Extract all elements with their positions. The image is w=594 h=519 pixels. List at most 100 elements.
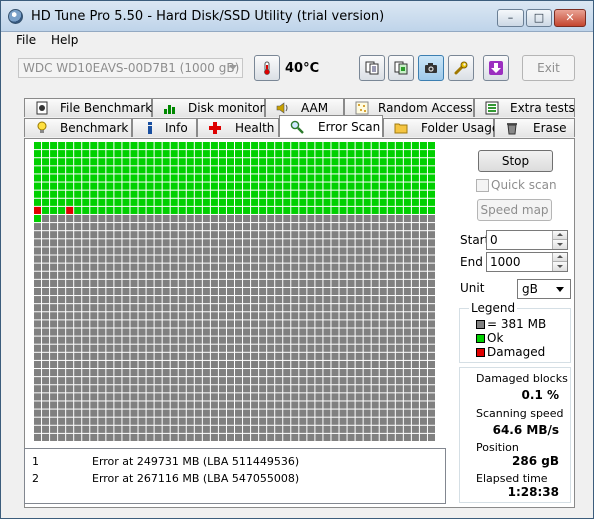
scan-block xyxy=(331,304,339,312)
scan-block xyxy=(331,409,339,417)
scan-block xyxy=(355,344,363,352)
scan-block xyxy=(379,425,387,433)
scan-block xyxy=(371,344,379,352)
scan-block xyxy=(210,304,218,312)
scan-block-ok xyxy=(323,190,331,198)
scan-block xyxy=(315,328,323,336)
scan-block-ok xyxy=(210,150,218,158)
scan-block xyxy=(66,239,74,247)
unit-select[interactable]: gB xyxy=(517,279,571,299)
screenshot-button[interactable] xyxy=(418,55,444,81)
scan-block-ok xyxy=(42,206,50,214)
scan-block-ok xyxy=(106,158,114,166)
scan-block xyxy=(299,279,307,287)
scan-block xyxy=(323,320,331,328)
close-button[interactable]: ✕ xyxy=(554,9,586,27)
scan-block-ok xyxy=(387,190,395,198)
scan-block-ok xyxy=(218,206,226,214)
maximize-button[interactable]: □ xyxy=(526,9,552,27)
scan-block xyxy=(186,328,194,336)
scan-block xyxy=(259,263,267,271)
scan-block xyxy=(427,304,435,312)
scan-block xyxy=(419,296,427,304)
hd-tune-app-icon[interactable] xyxy=(8,9,23,24)
menu-file[interactable]: File xyxy=(16,33,36,47)
scan-block xyxy=(387,377,395,385)
stop-button[interactable]: Stop xyxy=(478,150,553,172)
window-title: HD Tune Pro 5.50 - Hard Disk/SSD Utility… xyxy=(31,9,385,24)
scan-block-ok xyxy=(202,198,210,206)
scan-block-ok xyxy=(355,190,363,198)
tab-benchmark[interactable]: Benchmark xyxy=(24,118,132,137)
scan-block-ok xyxy=(371,166,379,174)
speed-map-button[interactable]: Speed map xyxy=(477,199,552,221)
scan-block xyxy=(291,409,299,417)
scan-block xyxy=(323,369,331,377)
temperature-button[interactable] xyxy=(254,55,280,81)
tab-health[interactable]: Health xyxy=(197,118,279,137)
spin-up-icon[interactable] xyxy=(552,231,567,240)
scan-block xyxy=(34,425,42,433)
scan-block xyxy=(154,255,162,263)
scan-block xyxy=(299,320,307,328)
scan-block xyxy=(419,279,427,287)
scan-block xyxy=(106,425,114,433)
drive-select[interactable]: WDC WD10EAVS-00D7B1 (1000 gB) xyxy=(18,58,243,78)
scan-block xyxy=(42,393,50,401)
save-button[interactable] xyxy=(483,55,509,81)
spin-down-icon[interactable] xyxy=(552,240,567,249)
scan-block xyxy=(130,360,138,369)
scan-block xyxy=(90,279,98,287)
tab-erase[interactable]: Erase xyxy=(494,118,575,137)
end-spinbox[interactable]: 1000 xyxy=(486,252,568,272)
scan-block-ok xyxy=(162,198,170,206)
tab-extra-tests[interactable]: Extra tests xyxy=(474,98,575,117)
scan-block xyxy=(291,247,299,255)
exit-button[interactable]: Exit xyxy=(522,55,575,81)
scan-block-ok xyxy=(98,206,106,214)
scan-block xyxy=(419,263,427,271)
tab-disk-monitor[interactable]: Disk monitor xyxy=(152,98,265,117)
error-list[interactable]: 1 Error at 249731 MB (LBA 511449536) 2 E… xyxy=(24,448,446,504)
scan-block xyxy=(90,409,98,417)
scan-block xyxy=(138,271,146,279)
spin-down-icon[interactable] xyxy=(552,262,567,271)
minimize-button[interactable]: – xyxy=(497,9,524,27)
copy-text-button[interactable] xyxy=(359,55,385,81)
scan-block-ok xyxy=(331,182,339,190)
scan-block xyxy=(194,433,202,441)
scan-block xyxy=(106,377,114,385)
scan-block xyxy=(379,393,387,401)
checkbox-box[interactable] xyxy=(476,179,489,192)
tab-health-label: Health xyxy=(235,121,275,135)
scan-block xyxy=(315,401,323,409)
scan-block xyxy=(98,239,106,247)
copy-screenshot-button[interactable] xyxy=(388,55,414,81)
scan-block-ok xyxy=(283,198,291,206)
tab-error-scan[interactable]: Error Scan xyxy=(279,115,383,137)
scan-block xyxy=(235,377,243,385)
chevron-down-icon xyxy=(556,287,564,292)
scan-block-ok xyxy=(74,142,82,150)
spin-up-icon[interactable] xyxy=(552,253,567,262)
scan-block xyxy=(90,352,98,360)
options-button[interactable] xyxy=(448,55,474,81)
scan-block xyxy=(355,393,363,401)
menu-bar: File Help xyxy=(1,32,593,50)
tab-file-benchmark[interactable]: File Benchmark xyxy=(24,98,152,117)
scan-block xyxy=(419,223,427,231)
scan-block xyxy=(130,214,138,223)
scan-block xyxy=(90,223,98,231)
scan-block-ok xyxy=(235,142,243,150)
scan-block xyxy=(371,287,379,296)
scan-block xyxy=(243,328,251,336)
scan-block xyxy=(162,247,170,255)
tab-folder-usage[interactable]: Folder Usage xyxy=(383,118,499,137)
menu-help[interactable]: Help xyxy=(51,33,78,47)
scan-block xyxy=(90,287,98,296)
scan-block xyxy=(130,377,138,385)
scan-block xyxy=(347,433,355,441)
title-bar[interactable]: HD Tune Pro 5.50 - Hard Disk/SSD Utility… xyxy=(1,1,593,32)
start-spinbox[interactable]: 0 xyxy=(486,230,568,250)
tab-info[interactable]: Info xyxy=(132,118,197,137)
